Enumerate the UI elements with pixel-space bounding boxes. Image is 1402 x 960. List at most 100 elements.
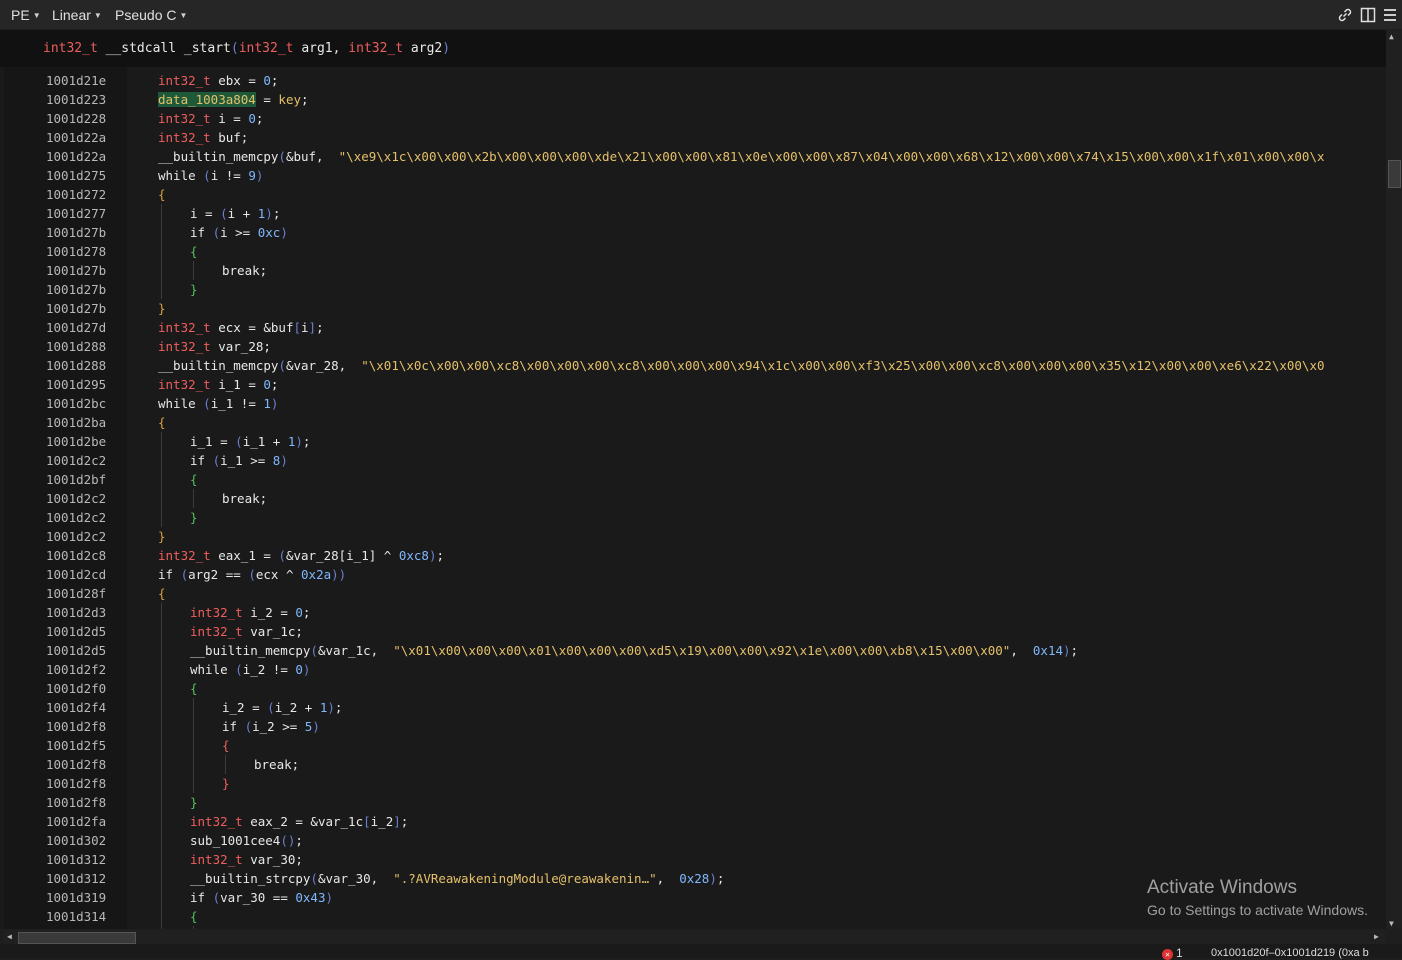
code-token[interactable]: __builtin_memcpy — [158, 149, 278, 164]
code-line[interactable]: 1001d2f8 break; — [0, 755, 1386, 774]
code-text[interactable]: if (i_2 >= 5) — [222, 717, 320, 736]
line-address[interactable]: 1001d2bc — [46, 394, 106, 413]
code-token[interactable]: "\xe9\x1c\x00\x00\x2b\x00\x00\x00\xde\x2… — [339, 149, 1325, 164]
code-token[interactable]: i_1 = — [190, 434, 235, 449]
code-token[interactable]: ) — [709, 871, 717, 886]
code-text[interactable]: { — [158, 584, 166, 603]
code-text[interactable]: { — [190, 470, 198, 489]
line-address[interactable]: 1001d288 — [46, 337, 106, 356]
arg-name[interactable]: arg2 — [411, 41, 442, 56]
code-line[interactable]: 1001d2bf { — [0, 470, 1386, 489]
code-token[interactable]: i_1 >= — [220, 453, 273, 468]
code-line[interactable]: 1001d2bc while (i_1 != 1) — [0, 394, 1386, 413]
function-name[interactable]: _start — [184, 41, 231, 56]
scroll-up-icon[interactable]: ▲ — [1389, 32, 1394, 41]
code-token[interactable]: () — [280, 833, 295, 848]
line-address[interactable]: 1001d223 — [46, 90, 106, 109]
code-line[interactable]: 1001d302 sub_1001cee4(); — [0, 831, 1386, 850]
line-address[interactable]: 1001d2f8 — [46, 755, 106, 774]
code-line[interactable]: 1001d275 while (i != 9) — [0, 166, 1386, 185]
code-token[interactable]: ) — [295, 434, 303, 449]
code-token[interactable]: ( — [181, 567, 189, 582]
code-token[interactable]: ; — [303, 605, 311, 620]
code-token[interactable]: ; — [717, 871, 725, 886]
code-token[interactable]: ecx ^ — [256, 567, 301, 582]
code-token[interactable]: ( — [278, 149, 286, 164]
code-token[interactable]: , — [1010, 643, 1033, 658]
code-token[interactable]: var_28; — [211, 339, 271, 354]
code-token[interactable]: int32_t — [158, 111, 211, 126]
code-token[interactable]: { — [158, 586, 166, 601]
code-token[interactable]: = — [256, 92, 279, 107]
code-token[interactable]: ] — [309, 320, 317, 335]
line-address[interactable]: 1001d275 — [46, 166, 106, 185]
code-token[interactable]: ( — [310, 871, 318, 886]
line-address[interactable]: 1001d2d5 — [46, 622, 106, 641]
scroll-left-icon[interactable]: ◀ — [7, 932, 12, 941]
code-token[interactable]: ( — [278, 358, 286, 373]
code-token[interactable]: } — [190, 510, 198, 525]
code-token[interactable]: ; — [271, 73, 279, 88]
line-address[interactable]: 1001d2c2 — [46, 489, 106, 508]
code-token[interactable]: ) — [280, 225, 288, 240]
code-text[interactable]: __builtin_memcpy(&var_1c, "\x01\x00\x00\… — [190, 641, 1078, 660]
line-address[interactable]: 1001d2f8 — [46, 793, 106, 812]
code-token[interactable]: data_1003a804 — [158, 92, 256, 107]
code-token[interactable]: } — [158, 301, 166, 316]
scroll-right-icon[interactable]: ▶ — [1374, 932, 1379, 941]
code-token[interactable]: int32_t — [190, 605, 243, 620]
code-line[interactable]: 1001d2c2} — [0, 508, 1386, 527]
code-token[interactable]: &var_28, — [286, 358, 361, 373]
code-token[interactable]: break; — [254, 757, 299, 772]
code-text[interactable]: { — [190, 679, 198, 698]
line-address[interactable]: 1001d27b — [46, 299, 106, 318]
code-token[interactable]: if — [190, 453, 213, 468]
code-token[interactable]: &buf, — [286, 149, 339, 164]
code-line[interactable]: 1001d2fa int32_t eax_2 = &var_1c[i_2]; — [0, 812, 1386, 831]
code-token[interactable]: &var_28[i_1] ^ — [286, 548, 399, 563]
code-token[interactable]: i != — [211, 168, 249, 183]
code-text[interactable]: __builtin_memcpy(&buf, "\xe9\x1c\x00\x00… — [158, 147, 1325, 166]
code-token[interactable]: i_2 = — [222, 700, 267, 715]
error-icon[interactable]: ✕ — [1162, 949, 1173, 960]
code-token[interactable]: __builtin_memcpy — [158, 358, 278, 373]
code-token[interactable]: i_2 = — [243, 605, 296, 620]
pseudo-c-code-view[interactable]: 1001d21e int32_t ebx = 0; 1001d223 data_100… — [0, 67, 1386, 929]
code-token[interactable]: __builtin_memcpy — [190, 643, 310, 658]
code-token[interactable]: ) — [271, 396, 279, 411]
code-text[interactable]: while (i_2 != 0) — [190, 660, 310, 679]
code-token[interactable]: ; — [301, 92, 309, 107]
code-token[interactable]: 0x14 — [1033, 643, 1063, 658]
code-token[interactable]: ecx = &buf — [211, 320, 293, 335]
code-line[interactable]: 1001d27b} — [0, 280, 1386, 299]
code-token[interactable]: int32_t — [158, 339, 211, 354]
code-token[interactable]: i >= — [220, 225, 258, 240]
code-text[interactable]: } — [190, 280, 198, 299]
code-token[interactable]: 0 — [248, 111, 256, 126]
line-address[interactable]: 1001d312 — [46, 869, 106, 888]
code-token[interactable]: ; — [273, 206, 281, 221]
code-token[interactable]: i_1 != — [211, 396, 264, 411]
code-token[interactable]: 0x28 — [679, 871, 709, 886]
line-address[interactable]: 1001d27b — [46, 261, 106, 280]
code-line[interactable]: 1001d2f8} — [0, 793, 1386, 812]
code-token[interactable]: ".?AVReawakeningModule@reawakenin…" — [393, 871, 656, 886]
line-address[interactable]: 1001d277 — [46, 204, 106, 223]
code-text[interactable]: } — [190, 508, 198, 527]
code-token[interactable]: ; — [436, 548, 444, 563]
code-text[interactable]: i = (i + 1); — [190, 204, 280, 223]
code-token[interactable]: int32_t — [158, 548, 211, 563]
code-text[interactable]: } — [158, 299, 166, 318]
code-token[interactable]: ; — [303, 434, 311, 449]
line-address[interactable]: 1001d288 — [46, 356, 106, 375]
code-token[interactable]: , — [657, 871, 680, 886]
language-dropdown[interactable]: Pseudo C ▼ — [115, 7, 187, 23]
code-token[interactable]: )) — [331, 567, 346, 582]
line-address[interactable]: 1001d319 — [46, 888, 106, 907]
code-token[interactable]: ( — [220, 206, 228, 221]
code-token[interactable]: ) — [1063, 643, 1071, 658]
code-token[interactable]: ; — [295, 833, 303, 848]
line-address[interactable]: 1001d27b — [46, 223, 106, 242]
code-text[interactable]: int32_t ecx = &buf[i]; — [158, 318, 324, 337]
code-text[interactable]: while (i_1 != 1) — [158, 394, 278, 413]
